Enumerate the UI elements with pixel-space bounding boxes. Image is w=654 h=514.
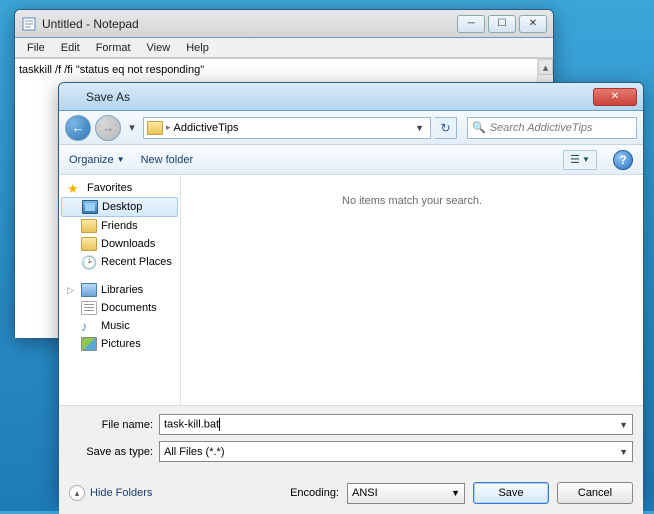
filename-label: File name: <box>69 419 153 431</box>
folder-icon <box>81 219 97 233</box>
tree-friends[interactable]: Friends <box>59 217 180 235</box>
hide-folders-button[interactable]: ▴ Hide Folders <box>69 485 152 501</box>
nav-bar: ← → ▾ ▸ AddictiveTips ▼ ↻ 🔍 Search Addic… <box>59 111 643 145</box>
collapse-icon: ▴ <box>69 485 85 501</box>
libraries-icon <box>81 283 97 297</box>
tree-libraries[interactable]: ▷ Libraries <box>59 281 180 299</box>
nav-back-button[interactable]: ← <box>65 115 91 141</box>
chevron-down-icon[interactable]: ▼ <box>619 447 628 457</box>
editor-text: taskkill /f /fi "status eq not respondin… <box>19 64 204 76</box>
tree-pictures[interactable]: Pictures <box>59 335 180 353</box>
tree-downloads[interactable]: Downloads <box>59 235 180 253</box>
encoding-select[interactable]: ANSI ▼ <box>347 483 465 504</box>
folder-icon <box>147 121 163 135</box>
dialog-footer: ▴ Hide Folders Encoding: ANSI ▼ Save Can… <box>59 474 643 514</box>
savetype-label: Save as type: <box>69 446 153 458</box>
menu-help[interactable]: Help <box>178 40 217 56</box>
notepad-menubar: File Edit Format View Help <box>15 38 553 58</box>
save-form: File name: task-kill.bat ▼ Save as type:… <box>59 405 643 474</box>
new-folder-button[interactable]: New folder <box>141 154 194 166</box>
maximize-button[interactable]: ☐ <box>488 15 516 33</box>
encoding-label: Encoding: <box>290 487 339 499</box>
refresh-button[interactable]: ↻ <box>435 117 457 139</box>
tree-music[interactable]: ♪ Music <box>59 317 180 335</box>
tree-recent-places[interactable]: 🕑 Recent Places <box>59 253 180 271</box>
search-icon: 🔍 <box>472 121 486 134</box>
scroll-up-icon[interactable]: ▴ <box>538 59 553 75</box>
navigation-tree[interactable]: ★ Favorites Desktop Friends Downloads 🕑 … <box>59 175 181 405</box>
cancel-button[interactable]: Cancel <box>557 482 633 504</box>
close-button[interactable]: ✕ <box>519 15 547 33</box>
save-button[interactable]: Save <box>473 482 549 504</box>
tree-favorites[interactable]: ★ Favorites <box>59 179 180 197</box>
menu-file[interactable]: File <box>19 40 53 56</box>
folder-icon <box>81 237 97 251</box>
dialog-title: Save As <box>86 90 593 104</box>
file-list[interactable]: No items match your search. <box>181 175 643 405</box>
dialog-close-button[interactable]: ✕ <box>593 88 637 106</box>
filename-input[interactable]: task-kill.bat ▼ <box>159 414 633 435</box>
tree-documents[interactable]: Documents <box>59 299 180 317</box>
chevron-down-icon: ▼ <box>117 155 125 164</box>
menu-format[interactable]: Format <box>88 40 139 56</box>
search-input[interactable]: 🔍 Search AddictiveTips <box>467 117 637 139</box>
breadcrumb-location[interactable]: AddictiveTips <box>174 122 239 134</box>
nav-history-dropdown[interactable]: ▾ <box>125 118 139 138</box>
recent-icon: 🕑 <box>81 255 97 269</box>
expander-icon[interactable]: ▷ <box>67 285 77 296</box>
menu-edit[interactable]: Edit <box>53 40 88 56</box>
view-options-button[interactable]: ☰ ▼ <box>563 150 597 170</box>
music-icon: ♪ <box>81 319 97 333</box>
star-icon: ★ <box>67 181 83 195</box>
notepad-title: Untitled - Notepad <box>42 17 457 31</box>
desktop-icon <box>82 200 98 214</box>
address-dropdown-icon[interactable]: ▼ <box>412 123 427 133</box>
chevron-down-icon[interactable]: ▼ <box>619 420 628 430</box>
notepad-icon <box>21 16 37 32</box>
savetype-select[interactable]: All Files (*.*) ▼ <box>159 441 633 462</box>
empty-message: No items match your search. <box>342 195 482 207</box>
pictures-icon <box>81 337 97 351</box>
organize-button[interactable]: Organize ▼ <box>69 154 125 166</box>
notepad-titlebar[interactable]: Untitled - Notepad ─ ☐ ✕ <box>15 10 553 38</box>
chevron-down-icon[interactable]: ▼ <box>451 488 460 498</box>
search-placeholder: Search AddictiveTips <box>490 122 593 134</box>
dialog-icon <box>65 89 81 105</box>
documents-icon <box>81 301 97 315</box>
dialog-titlebar[interactable]: Save As ✕ <box>59 83 643 111</box>
menu-view[interactable]: View <box>139 40 179 56</box>
breadcrumb-separator-icon: ▸ <box>166 122 171 133</box>
help-button[interactable]: ? <box>613 150 633 170</box>
address-bar[interactable]: ▸ AddictiveTips ▼ <box>143 117 431 139</box>
nav-forward-button[interactable]: → <box>95 115 121 141</box>
tree-desktop[interactable]: Desktop <box>61 197 178 217</box>
minimize-button[interactable]: ─ <box>457 15 485 33</box>
save-as-dialog: Save As ✕ ← → ▾ ▸ AddictiveTips ▼ ↻ 🔍 Se… <box>58 82 644 502</box>
toolbar: Organize ▼ New folder ☰ ▼ ? <box>59 145 643 175</box>
